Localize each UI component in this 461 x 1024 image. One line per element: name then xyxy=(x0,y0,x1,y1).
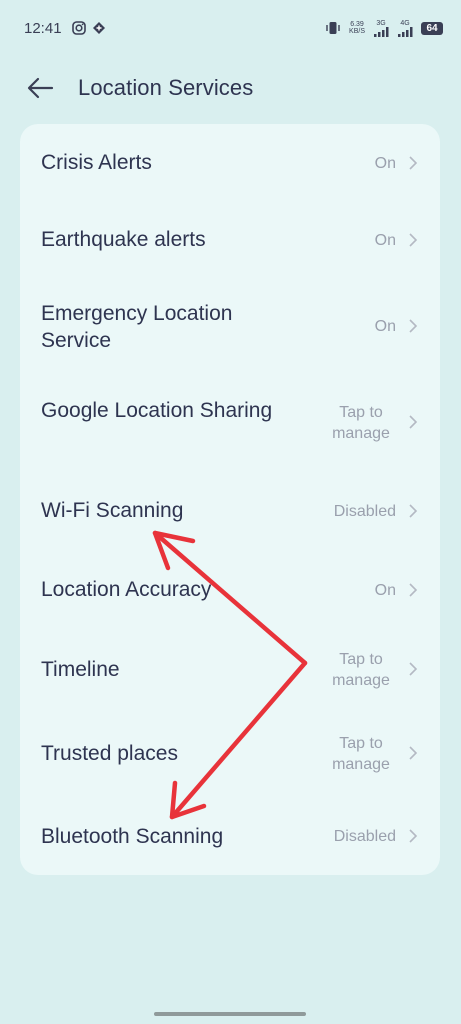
vibrate-icon xyxy=(326,22,340,34)
instagram-icon xyxy=(72,21,86,35)
setting-value: Tap to manage xyxy=(332,651,390,689)
chevron-right-icon xyxy=(409,233,418,247)
setting-value: Tap to manage xyxy=(332,404,390,442)
chevron-right-icon xyxy=(409,504,418,518)
setting-label: Crisis Alerts xyxy=(41,151,152,174)
chevron-right-icon xyxy=(409,415,418,429)
chevron-right-icon xyxy=(409,746,418,760)
chevron-right-icon xyxy=(409,583,418,597)
chevron-right-icon xyxy=(409,156,418,170)
setting-value: Tap to manage xyxy=(332,735,390,773)
setting-label: Location Accuracy xyxy=(41,578,212,601)
setting-value: Disabled xyxy=(333,828,396,845)
status-right-group: 6.39 KB/S 3G 4G 64 xyxy=(325,19,443,37)
setting-label: Wi-Fi Scanning xyxy=(41,499,184,522)
network-speed: 6.39 KB/S xyxy=(349,21,365,35)
signal-bars-icon xyxy=(398,26,413,37)
setting-row-earthquake-alerts[interactable]: Earthquake alerts On xyxy=(20,202,440,280)
setting-value: On xyxy=(374,155,396,172)
setting-row-timeline[interactable]: Timeline Tap to manage xyxy=(20,628,440,712)
setting-row-trusted-places[interactable]: Trusted places Tap to manage xyxy=(20,712,440,796)
setting-row-wifi-scanning[interactable]: Wi-Fi Scanning Disabled xyxy=(20,472,440,550)
home-indicator[interactable] xyxy=(154,1012,306,1016)
setting-row-google-location-sharing[interactable]: Google Location Sharing Tap to manage xyxy=(20,376,440,472)
page-title: Location Services xyxy=(78,75,254,100)
chevron-right-icon xyxy=(409,662,418,676)
settings-card: Crisis Alerts On Earthquake alerts On Em… xyxy=(20,124,440,875)
status-bar: 12:41 6.39 KB/S 3G 4G 64 xyxy=(0,0,461,60)
setting-label: Bluetooth Scanning xyxy=(41,825,224,848)
setting-row-crisis-alerts[interactable]: Crisis Alerts On xyxy=(20,124,440,202)
setting-row-bluetooth-scanning[interactable]: Bluetooth Scanning Disabled xyxy=(20,796,440,875)
setting-value: On xyxy=(374,318,396,335)
setting-value: On xyxy=(374,232,396,249)
chevron-right-icon xyxy=(409,319,418,333)
setting-label: Google Location Sharing xyxy=(41,399,273,422)
setting-value: On xyxy=(374,582,396,599)
app-notification-icon xyxy=(93,22,105,34)
chevron-right-icon xyxy=(409,829,418,843)
battery-indicator: 64 xyxy=(421,21,443,35)
setting-label: Earthquake alerts xyxy=(41,228,206,251)
setting-row-emergency-location-service[interactable]: Emergency Location Service On xyxy=(20,280,440,376)
setting-label: Trusted places xyxy=(41,742,178,765)
status-time: 12:41 xyxy=(24,20,62,37)
signal-bars-icon xyxy=(374,26,389,37)
setting-label: Emergency Location Service xyxy=(41,302,233,352)
arrow-left-icon[interactable] xyxy=(26,74,54,102)
setting-row-location-accuracy[interactable]: Location Accuracy On xyxy=(20,550,440,628)
setting-label: Timeline xyxy=(41,658,120,681)
signal-4g: 4G xyxy=(397,20,413,37)
signal-3g: 3G xyxy=(373,20,389,37)
setting-value: Disabled xyxy=(333,503,396,520)
app-bar: Location Services xyxy=(0,62,461,114)
